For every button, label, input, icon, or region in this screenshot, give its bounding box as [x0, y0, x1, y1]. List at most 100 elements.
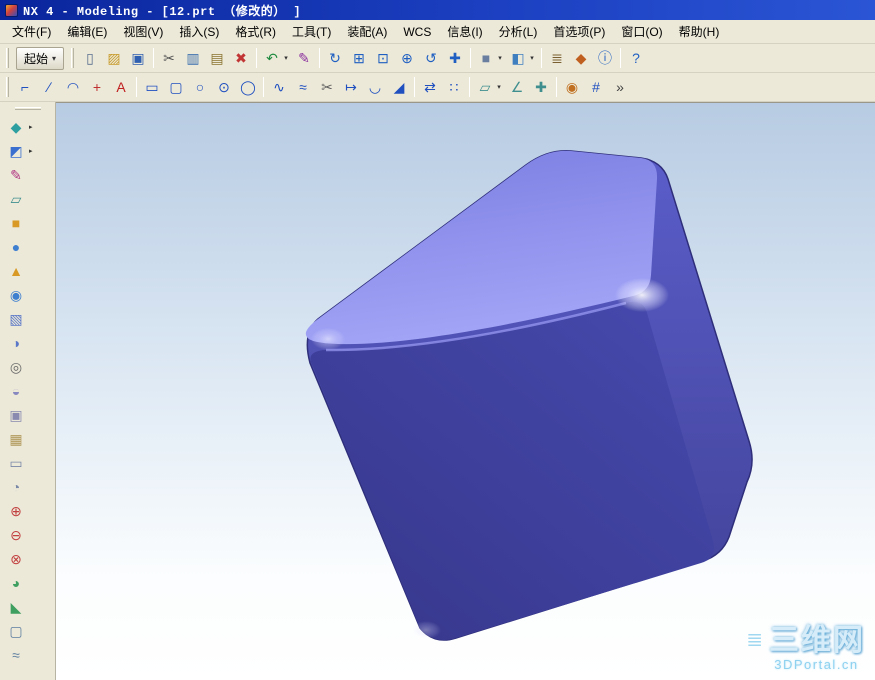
save-button[interactable]: ▣	[126, 46, 150, 70]
thread-button[interactable]: ≈	[0, 643, 55, 667]
circle-button[interactable]: ○	[188, 75, 212, 99]
menu-analysis[interactable]: 分析(L)	[491, 19, 546, 44]
cylinder-button[interactable]: ●	[0, 235, 55, 259]
menu-file[interactable]: 文件(F)	[4, 19, 59, 44]
pan-view-button[interactable]: ✚	[443, 46, 467, 70]
menu-wcs[interactable]: WCS	[395, 21, 439, 43]
menu-insert[interactable]: 插入(S)	[171, 19, 227, 44]
new-button[interactable]: ▯	[78, 46, 102, 70]
dropdown-arrow-icon[interactable]: ▾	[496, 54, 504, 62]
chamfer-button[interactable]: ◢	[387, 75, 411, 99]
trim-curve-button[interactable]: ✂	[315, 75, 339, 99]
boss-button[interactable]: ◒	[0, 379, 55, 403]
offset-curve-button[interactable]: ≈	[291, 75, 315, 99]
sphere-button[interactable]: ◉	[0, 283, 55, 307]
main-area: ◆ ▸ ◩ ▸ ✎ ▱ ■ ● ▲ ◉ ▧ ◑ ◎ ◒ ▣ ▦ ▭ ◔ ⊕ ⊖ …	[0, 102, 875, 680]
refresh-view-button[interactable]: ↻	[323, 46, 347, 70]
shaded-display-button[interactable]: ■ ▾	[474, 46, 506, 70]
fit-view-button[interactable]: ⊞	[347, 46, 371, 70]
pocket-button[interactable]: ▣	[0, 403, 55, 427]
menu-bar: 文件(F) 编辑(E) 视图(V) 插入(S) 格式(R) 工具(T) 装配(A…	[0, 20, 875, 44]
model-cube[interactable]	[56, 103, 875, 680]
graphics-viewport[interactable]: ≣ 三维网 3DPortal.cn	[56, 102, 875, 680]
cone-button[interactable]: ▲	[0, 259, 55, 283]
zoom-box-button[interactable]: ⊡	[371, 46, 395, 70]
slot-button[interactable]: ▭	[0, 451, 55, 475]
menu-edit[interactable]: 编辑(E)	[59, 19, 115, 44]
rounded-rectangle-button[interactable]: ▢	[164, 75, 188, 99]
line-button[interactable]: ∕	[37, 75, 61, 99]
fillet-button[interactable]: ◡	[363, 75, 387, 99]
pen-button[interactable]: ✎	[292, 46, 316, 70]
extrude-button[interactable]: ▧	[0, 307, 55, 331]
dropdown-arrow-icon[interactable]: ▾	[282, 54, 290, 62]
cube-front-face[interactable]	[310, 301, 715, 641]
arc-button[interactable]: ◠	[61, 75, 85, 99]
edge-blend-button[interactable]: ◕	[0, 571, 55, 595]
toolbar-grip[interactable]	[14, 107, 41, 110]
menu-assemblies[interactable]: 装配(A)	[339, 19, 395, 44]
rectangle-button[interactable]: ▭	[140, 75, 164, 99]
subtract-button[interactable]: ⊖	[0, 523, 55, 547]
wcs-display-button[interactable]: ◆	[569, 46, 593, 70]
delete-button[interactable]: ✖	[229, 46, 253, 70]
copy-button[interactable]: ▥	[181, 46, 205, 70]
zoom-in-button[interactable]: ⊕	[395, 46, 419, 70]
corner-highlight	[615, 278, 669, 312]
pattern-curve-button[interactable]: ∷	[442, 75, 466, 99]
dropdown-arrow-icon[interactable]: ▸	[29, 147, 33, 155]
menu-window[interactable]: 窗口(O)	[613, 19, 670, 44]
toolbar-separator	[620, 48, 622, 68]
dropdown-arrow-icon[interactable]: ▸	[29, 123, 33, 131]
rotate-view-button[interactable]: ↺	[419, 46, 443, 70]
paste-button[interactable]: ▤	[205, 46, 229, 70]
open-button[interactable]: ▨	[102, 46, 126, 70]
point-button[interactable]: +	[85, 75, 109, 99]
pad-button[interactable]: ▦	[0, 427, 55, 451]
intersect-button[interactable]: ⊗	[0, 547, 55, 571]
block-button[interactable]: ■	[0, 211, 55, 235]
spline-button[interactable]: ∿	[267, 75, 291, 99]
groove-button[interactable]: ◔	[0, 475, 55, 499]
revolve-flyout-button[interactable]: ◩ ▸	[0, 139, 55, 163]
toolbar-grip[interactable]	[71, 48, 75, 68]
toolbar-grip[interactable]	[6, 77, 9, 97]
sketch-button[interactable]: ✎	[0, 163, 55, 187]
text-button[interactable]: A	[109, 75, 133, 99]
unite-button[interactable]: ⊕	[0, 499, 55, 523]
profile-button[interactable]: ⌐	[13, 75, 37, 99]
menu-tools[interactable]: 工具(T)	[284, 19, 339, 44]
shell-button[interactable]: ▢	[0, 619, 55, 643]
cut-button[interactable]: ✂	[157, 46, 181, 70]
menu-view[interactable]: 视图(V)	[115, 19, 171, 44]
layer-settings-button[interactable]: ≣	[545, 46, 569, 70]
revolve-button[interactable]: ◑	[0, 331, 55, 355]
datum-axis-button[interactable]: ∠	[505, 75, 529, 99]
menu-information[interactable]: 信息(I)	[439, 19, 490, 44]
help-button[interactable]: ?	[624, 46, 648, 70]
chamfer-button[interactable]: ◣	[0, 595, 55, 619]
toolbar-grip[interactable]	[6, 48, 9, 68]
menu-help[interactable]: 帮助(H)	[671, 19, 728, 44]
corner-highlight	[411, 621, 441, 639]
datum-plane-button[interactable]: ▱	[0, 187, 55, 211]
undo-button[interactable]: ↶ ▾	[260, 46, 292, 70]
dropdown-arrow-icon[interactable]: ▾	[495, 83, 503, 91]
dropdown-arrow-icon[interactable]: ▾	[528, 54, 536, 62]
datum-csys-button[interactable]: ✚	[529, 75, 553, 99]
datum-plane-button[interactable]: ▱ ▾	[473, 75, 505, 99]
grid-button[interactable]: #	[584, 75, 608, 99]
more-tools-button[interactable]: »	[608, 75, 632, 99]
hole-button[interactable]: ◎	[0, 355, 55, 379]
view-orientation-button[interactable]: ◧ ▾	[506, 46, 538, 70]
extrude-flyout-button[interactable]: ◆ ▸	[0, 115, 55, 139]
info-button[interactable]: ⓘ	[593, 46, 617, 70]
mirror-curve-button[interactable]: ⇄	[418, 75, 442, 99]
circle-center-button[interactable]: ⊙	[212, 75, 236, 99]
ellipse-button[interactable]: ◯	[236, 75, 260, 99]
start-menu-button[interactable]: 起始 ▾	[16, 46, 65, 70]
menu-format[interactable]: 格式(R)	[227, 19, 284, 44]
snap-point-button[interactable]: ◉	[560, 75, 584, 99]
menu-preferences[interactable]: 首选项(P)	[545, 19, 613, 44]
extend-curve-button[interactable]: ↦	[339, 75, 363, 99]
